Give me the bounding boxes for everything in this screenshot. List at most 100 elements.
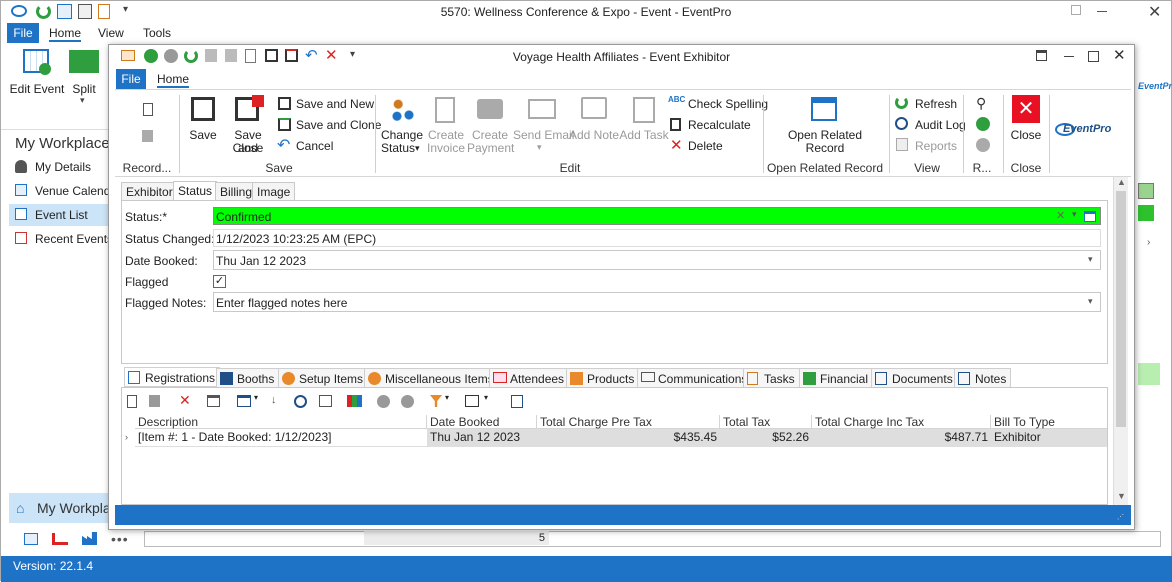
cancel-button[interactable]: ↶ Cancel [276,137,376,155]
workplace-item-recent-events[interactable]: Recent Events [9,228,111,250]
column-header-description[interactable]: Description [135,415,427,429]
column-header-date-booked[interactable]: Date Booked [427,415,537,429]
chevron-down-icon[interactable]: ▾ [1088,296,1093,307]
resize-grip-icon[interactable]: ⋰ [1117,513,1124,521]
move-down-icon[interactable] [401,395,414,408]
refresh-button[interactable]: Refresh [893,95,965,113]
chevron-down-icon[interactable]: ▾ [254,393,258,402]
calendar-icon[interactable] [319,395,332,407]
new-icon[interactable] [127,395,137,408]
tab-tools[interactable]: Tools [143,26,171,40]
tab-attendees[interactable]: Attendees [489,368,570,388]
workplace-bottom-bar[interactable]: ⌂ My Workplace [9,493,125,523]
close-button[interactable]: ✕ Close [1005,95,1047,157]
tab-products[interactable]: Products [566,368,640,388]
print-preview-icon[interactable] [511,395,523,408]
open-related-record-button[interactable]: Open Related Record [773,95,877,157]
vertical-scrollbar[interactable]: ▲ ▼ [1113,177,1128,505]
tab-home[interactable]: Home [49,26,82,42]
chevron-down-icon[interactable]: ▾ [1088,254,1093,265]
flagged-notes-input[interactable]: Enter flagged notes here ▾ [213,292,1101,312]
column-header-bill-to-type[interactable]: Bill To Type [991,415,1107,429]
check-spelling-button[interactable]: ABC Check Spelling [667,95,768,113]
restore-down-icon[interactable] [1071,5,1081,15]
tab-billing[interactable]: Billing [215,182,258,200]
tab-booths[interactable]: Booths [216,368,280,388]
chevron-down-icon[interactable]: ▾ [445,393,449,402]
open-icon[interactable] [207,395,220,407]
edit-event-button[interactable]: Edit Event [9,47,65,103]
search-icon[interactable]: ⚲ [976,95,986,112]
bed-icon[interactable] [52,533,68,545]
factory-icon[interactable] [82,532,97,545]
workplace-item-event-list[interactable]: Event List [9,204,111,226]
workplace-item-venue-calendar[interactable]: Venue Calendar [9,180,111,202]
column-header-total-tax[interactable]: Total Tax [720,415,812,429]
calendar-nav-icon[interactable] [24,533,38,545]
row-expand-icon[interactable]: › [125,432,128,442]
delete-icon[interactable]: ✕ [179,392,191,409]
date-booked-field[interactable]: Thu Jan 12 2023 ▾ [213,250,1101,270]
chevron-down-icon[interactable]: ▾ [484,393,488,402]
tab-file[interactable]: File [7,23,39,43]
save-and-new-button[interactable]: Save and New [276,95,376,113]
reports-button[interactable]: Reports [893,137,965,155]
tab-status[interactable]: Status [173,181,218,201]
add-note-button[interactable]: Add Note [569,95,619,157]
pin-icon[interactable] [1036,50,1047,61]
copy-record-icon[interactable] [142,130,153,142]
tab-miscellaneous-items[interactable]: Miscellaneous Items [364,368,499,388]
colors-icon[interactable] [347,395,362,407]
save-and-clone-button[interactable]: Save and Clone [276,116,381,134]
column-header-total-charge-pre-tax[interactable]: Total Charge Pre Tax [537,415,720,429]
close-icon[interactable]: ✕ [1113,46,1126,64]
tab-view[interactable]: View [98,26,124,40]
background-chevron-right-icon[interactable]: › [1147,237,1150,248]
inner-tab-home[interactable]: Home [157,72,190,88]
tab-setup-items[interactable]: Setup Items [278,368,369,388]
new-record-icon[interactable] [143,103,153,116]
table-row[interactable]: [Item #: 1 - Date Booked: 1/12/2023] Thu… [135,429,1107,447]
add-task-button[interactable]: Add Task [619,95,669,157]
change-status-button[interactable]: Change Status ▾ [377,95,427,157]
view-options-icon[interactable] [237,395,251,407]
maximize-icon[interactable] [1088,51,1099,62]
more-icon[interactable]: ••• [111,531,129,547]
tab-financial[interactable]: Financial [799,368,874,388]
delete-button[interactable]: ✕ Delete [667,137,767,155]
send-email-button[interactable]: Send Email ▾ [513,95,574,157]
tab-tasks[interactable]: Tasks [743,368,800,388]
create-invoice-button[interactable]: Create Invoice [425,95,467,157]
close-icon[interactable]: ✕ [1148,2,1161,22]
save-button[interactable]: Save [185,95,221,153]
audit-log-button[interactable]: Audit Log [893,116,966,134]
save-and-close-button[interactable]: Save and Close [223,95,273,155]
scroll-down-icon[interactable]: ▼ [1117,491,1126,501]
workplace-item-my-details[interactable]: My Details [9,156,111,178]
minimize-icon[interactable] [1064,56,1074,57]
history-icon[interactable] [294,395,307,408]
open-form-icon[interactable] [1084,211,1096,222]
column-header-total-charge-inc-tax[interactable]: Total Charge Inc Tax [812,415,991,429]
status-select[interactable]: Confirmed ✕ ▾ [213,207,1101,225]
split-button[interactable]: Split ▾ [67,47,101,109]
sort-icon[interactable]: ↓ [271,394,277,406]
copy-icon[interactable] [149,395,160,407]
scroll-up-icon[interactable]: ▲ [1117,177,1126,187]
recalculate-button[interactable]: Recalculate [667,116,767,134]
minimize-icon[interactable] [1097,11,1107,12]
tab-documents[interactable]: Documents [871,368,958,388]
tab-image[interactable]: Image [252,182,296,200]
tab-registrations[interactable]: Registrations [124,367,221,387]
arrow-up-circle-icon[interactable] [976,117,990,131]
inner-tab-file[interactable]: File [116,69,146,89]
clear-icon[interactable]: ✕ [1056,209,1065,222]
tab-notes[interactable]: Notes [954,368,1012,388]
tab-exhibitor[interactable]: Exhibitor [121,182,178,200]
chevron-down-icon[interactable]: ▾ [1072,209,1077,220]
create-payment-button[interactable]: Create Payment [467,95,514,157]
scrollbar-thumb[interactable] [1116,191,1126,427]
tab-communications[interactable]: Communications [637,368,753,388]
flagged-checkbox[interactable]: ✓ [213,275,226,288]
move-up-icon[interactable] [377,395,390,408]
